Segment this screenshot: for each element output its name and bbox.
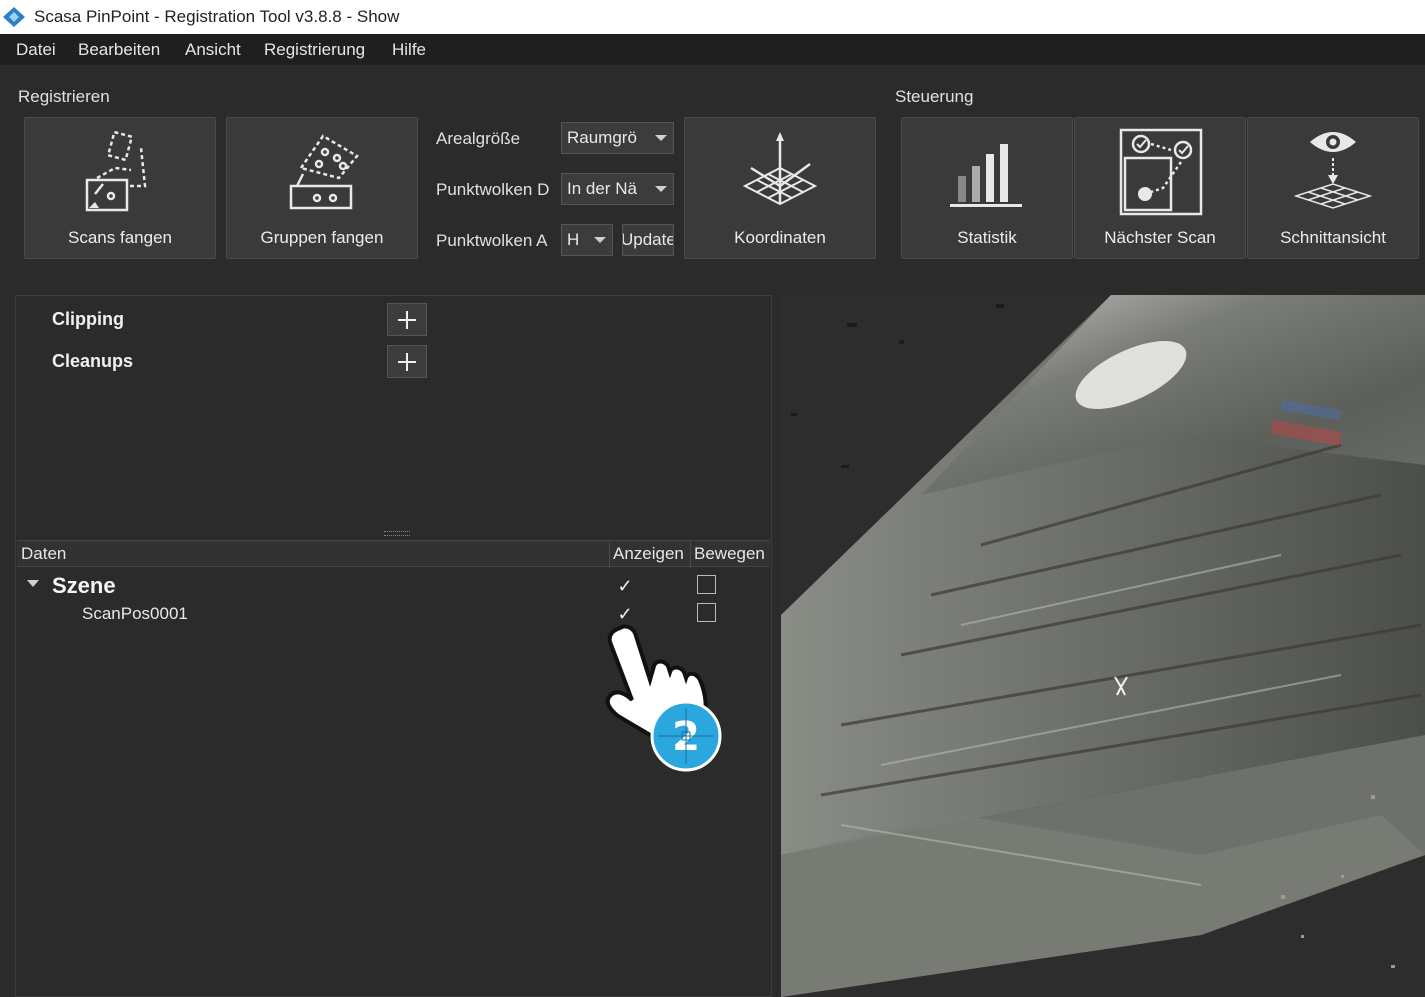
column-separator[interactable] xyxy=(609,541,610,568)
gruppen-fangen-label: Gruppen fangen xyxy=(260,228,384,247)
chevron-down-icon xyxy=(647,123,673,153)
point-cloud-render xyxy=(781,295,1425,997)
title-bar: Scasa PinPoint - Registration Tool v3.8.… xyxy=(0,0,1425,34)
update-label: Update xyxy=(622,230,674,249)
punktwolken-d-combo[interactable]: In der Nä xyxy=(561,173,674,205)
tree-row-szene[interactable]: Szene xyxy=(52,573,116,599)
eye-section-icon xyxy=(1293,132,1373,209)
punktwolken-d-value: In der Nä xyxy=(567,179,637,198)
naechster-scan-button[interactable]: Nächster Scan xyxy=(1074,117,1246,259)
pointer-hand-cursor-icon: 2 xyxy=(605,624,722,772)
arealgroesse-combo[interactable]: Raumgrö xyxy=(561,122,674,154)
scans-fangen-button[interactable]: Scans fangen xyxy=(24,117,216,259)
naechster-scan-label: Nächster Scan xyxy=(1104,228,1216,247)
punktwolken-a-value: H xyxy=(567,230,580,249)
scanpos-bewegen-checkbox[interactable] xyxy=(697,603,716,622)
scans-capture-icon xyxy=(85,130,147,212)
szene-anzeigen-check[interactable]: ✓ xyxy=(615,576,635,596)
menu-bar: Datei Bearbeiten Ansicht Registrierung H… xyxy=(0,34,1425,66)
column-separator[interactable] xyxy=(690,541,691,568)
menu-registrierung[interactable]: Registrierung xyxy=(264,40,365,60)
add-cleanup-button[interactable] xyxy=(387,345,427,378)
schnittansicht-label: Schnittansicht xyxy=(1280,228,1386,247)
cleanups-title: Cleanups xyxy=(52,351,134,371)
schnittansicht-button[interactable]: Schnittansicht xyxy=(1247,117,1419,259)
chevron-down-icon xyxy=(586,225,612,255)
arealgroesse-value: Raumgrö xyxy=(567,128,637,147)
tree-row-scanpos0001[interactable]: ScanPos0001 xyxy=(82,604,188,624)
menu-bearbeiten[interactable]: Bearbeiten xyxy=(78,40,160,60)
group-label-steuerung: Steuerung xyxy=(895,87,974,106)
bar-chart-icon xyxy=(950,144,1022,207)
koordinaten-button[interactable]: Koordinaten xyxy=(684,117,876,259)
group-label-registrieren: Registrieren xyxy=(18,87,110,106)
column-bewegen[interactable]: Bewegen xyxy=(694,544,765,564)
statistik-button[interactable]: Statistik xyxy=(901,117,1073,259)
update-button[interactable]: Update xyxy=(622,224,674,256)
scans-fangen-label: Scans fangen xyxy=(68,228,172,247)
koordinaten-label: Koordinaten xyxy=(734,228,826,247)
coordinates-icon xyxy=(742,132,818,206)
expand-arrow-icon[interactable] xyxy=(27,580,39,587)
arealgroesse-label: Arealgröße xyxy=(436,129,521,148)
next-scan-icon xyxy=(1119,128,1203,216)
scanpos-anzeigen-check[interactable]: ✓ xyxy=(615,604,635,624)
groups-capture-icon xyxy=(289,134,359,210)
gruppen-fangen-button[interactable]: Gruppen fangen xyxy=(226,117,418,259)
menu-ansicht[interactable]: Ansicht xyxy=(185,40,241,60)
add-clipping-button[interactable] xyxy=(387,303,427,336)
statistik-label: Statistik xyxy=(957,228,1017,247)
window-title: Scasa PinPoint - Registration Tool v3.8.… xyxy=(34,7,400,26)
punktwolken-a-combo[interactable]: H xyxy=(561,224,613,256)
tree-header: Daten Anzeigen Bewegen xyxy=(17,540,770,568)
point-cloud-viewport[interactable] xyxy=(781,295,1425,997)
column-daten[interactable]: Daten xyxy=(21,544,66,564)
chevron-down-icon xyxy=(647,174,673,204)
menu-datei[interactable]: Datei xyxy=(16,40,56,60)
punktwolken-a-label: Punktwolken A xyxy=(436,231,548,250)
panel-splitter-handle[interactable] xyxy=(384,531,410,536)
punktwolken-d-label: Punktwolken D xyxy=(436,180,550,199)
menu-hilfe[interactable]: Hilfe xyxy=(392,40,426,60)
app-icon xyxy=(3,7,25,27)
szene-bewegen-checkbox[interactable] xyxy=(697,575,716,594)
clipping-title: Clipping xyxy=(52,309,124,329)
column-anzeigen[interactable]: Anzeigen xyxy=(613,544,684,564)
